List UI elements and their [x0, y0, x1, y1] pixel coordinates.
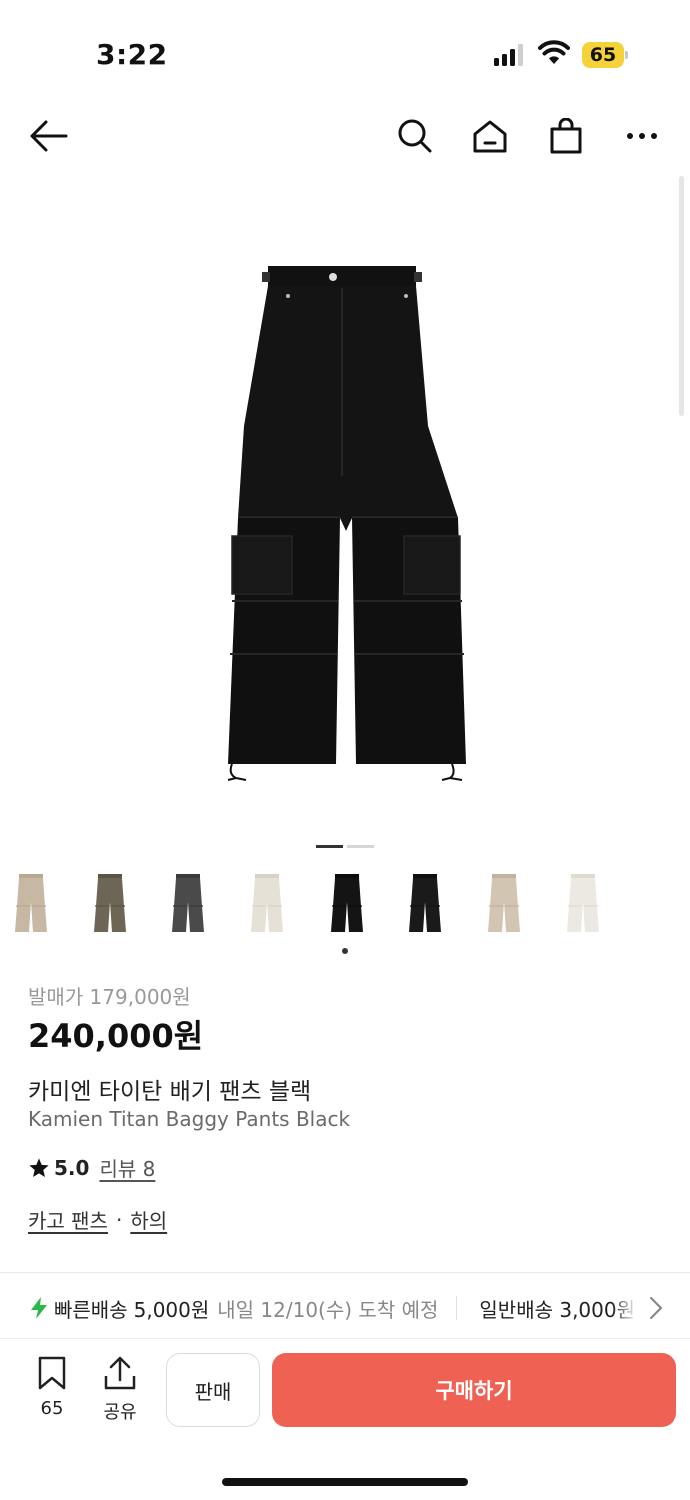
rating-row: 5.0 리뷰 8: [28, 1153, 155, 1182]
thumbnail-pants: [331, 874, 363, 932]
pager-dot-active[interactable]: [316, 845, 343, 848]
color-thumbnail[interactable]: [160, 868, 216, 940]
category-separator: ·: [115, 1207, 123, 1232]
shopping-bag-icon[interactable]: [544, 114, 588, 158]
battery-level: 65: [582, 42, 624, 68]
fast-shipping-fee: 5,000원: [133, 1297, 210, 1322]
save-count: 65: [40, 1398, 64, 1419]
shipping-separator: [456, 1296, 458, 1320]
category-breadcrumb: 카고 팬츠 · 하의: [28, 1205, 167, 1234]
star-icon: [29, 1157, 49, 1177]
fast-shipping-label: 빠른배송: [54, 1297, 128, 1322]
signal-icon: [494, 44, 523, 66]
thumbnail-pants: [567, 874, 599, 932]
chevron-right-icon[interactable]: [648, 1296, 664, 1320]
subcategory-link[interactable]: 하의: [130, 1205, 167, 1234]
color-thumbnail[interactable]: [82, 868, 138, 940]
save-button[interactable]: 65: [30, 1356, 74, 1419]
color-thumbnails: [0, 868, 690, 948]
bookmark-icon: [38, 1356, 66, 1390]
color-thumbnail[interactable]: [397, 868, 453, 940]
section-divider: [0, 1272, 690, 1273]
top-nav: [0, 100, 690, 176]
pants-illustration: [227, 266, 466, 781]
more-icon[interactable]: [620, 114, 664, 158]
pager-dot[interactable]: [347, 845, 374, 848]
status-bar: 3:22 65: [0, 0, 690, 100]
thumbnail-pants: [15, 874, 47, 932]
home-indicator: [222, 1478, 468, 1486]
color-thumbnail[interactable]: [319, 868, 375, 940]
review-link[interactable]: 리뷰 8: [99, 1153, 155, 1182]
current-price: 240,000원: [28, 1017, 204, 1055]
category-link[interactable]: 카고 팬츠: [28, 1205, 108, 1234]
lightning-icon: [31, 1297, 47, 1319]
bottom-bar-divider: [0, 1338, 690, 1339]
color-thumbnail[interactable]: [476, 868, 532, 940]
selected-thumbnail-dot: [342, 948, 348, 954]
bottom-action-bar: 65 공유 판매 구매하기: [0, 1340, 690, 1440]
battery-indicator: 65: [582, 42, 628, 68]
wifi-icon: [538, 40, 570, 64]
product-image[interactable]: [0, 176, 690, 826]
color-thumbnail[interactable]: [239, 868, 295, 940]
share-button[interactable]: 공유: [96, 1356, 144, 1424]
color-thumbnail[interactable]: [3, 868, 59, 940]
arrow-left-icon[interactable]: [26, 114, 70, 158]
thumbnail-pants: [488, 874, 520, 932]
color-thumbnail[interactable]: [555, 868, 611, 940]
product-name-ko: 카미엔 타이탄 배기 팬츠 블랙: [28, 1079, 312, 1105]
rating-score: 5.0: [54, 1155, 90, 1180]
home-icon[interactable]: [468, 114, 512, 158]
share-label: 공유: [103, 1402, 137, 1423]
share-icon: [104, 1356, 136, 1390]
thumbnail-pants: [251, 874, 283, 932]
search-icon[interactable]: [393, 114, 437, 158]
thumbnail-pants: [409, 874, 441, 932]
battery-nub: [625, 51, 628, 59]
shipping-options[interactable]: 빠른배송 5,000원 내일 12/10(수) 도착 예정 일반배송 3,000…: [30, 1294, 670, 1322]
image-pager: [316, 845, 374, 848]
shipping-fade: [612, 1290, 648, 1326]
product-name-en: Kamien Titan Baggy Pants Black: [28, 1107, 351, 1131]
release-price: 발매가 179,000원: [28, 985, 191, 1009]
image-scrollbar: [679, 176, 684, 416]
fast-shipping-eta: 내일 12/10(수) 도착 예정: [217, 1297, 439, 1322]
buy-button[interactable]: 구매하기: [272, 1353, 676, 1427]
sell-button[interactable]: 판매: [166, 1353, 260, 1427]
thumbnail-pants: [94, 874, 126, 932]
status-time: 3:22: [96, 38, 168, 71]
thumbnail-pants: [172, 874, 204, 932]
